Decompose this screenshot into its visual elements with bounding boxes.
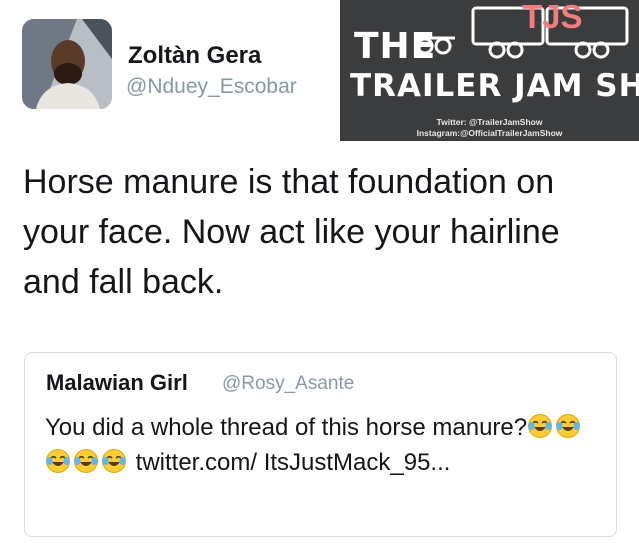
quoted-tweet-card[interactable]: Malawian Girl @Rosy_Asante You did a who… <box>24 352 617 537</box>
author-handle[interactable]: @Nduey_Escobar <box>126 75 297 99</box>
quoted-tweet-text: You did a whole thread of this horse man… <box>45 410 605 480</box>
quoted-link[interactable]: twitter.com/ ItsJustMack_95... <box>129 449 451 476</box>
watermark-title: TRAILER JAM SHOW <box>350 68 639 104</box>
watermark-twitter: Twitter: @TrailerJamShow <box>436 117 543 127</box>
author-avatar[interactable] <box>22 19 112 109</box>
watermark-instagram: Instagram:@OfficialTrailerJamShow <box>416 128 563 138</box>
face-with-tears-of-joy-icon <box>102 449 126 473</box>
author-display-name[interactable]: Zoltàn Gera <box>128 42 261 70</box>
face-with-tears-of-joy-icon <box>46 449 70 473</box>
face-with-tears-of-joy-icon <box>74 449 98 473</box>
face-with-tears-of-joy-icon <box>528 414 553 438</box>
watermark-logo: TJS <box>522 0 583 35</box>
face-with-tears-of-joy-icon <box>556 414 581 438</box>
quoted-author-name[interactable]: Malawian Girl <box>46 370 188 396</box>
trailer-jam-show-watermark: THE TRAILER JAM SHOW TJS Twitter: @Trail… <box>340 0 639 141</box>
watermark-the: THE <box>354 26 437 67</box>
quoted-text-body: You did a whole thread of this horse man… <box>45 414 528 441</box>
quoted-author-handle[interactable]: @Rosy_Asante <box>222 373 354 395</box>
tweet-text: Horse manure is that foundation on your … <box>23 163 560 301</box>
